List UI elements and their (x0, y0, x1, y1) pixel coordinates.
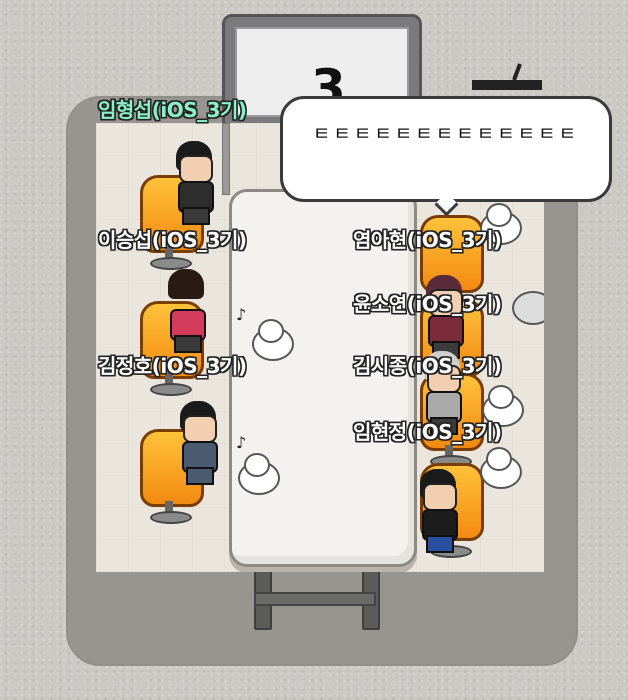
microphone-stand-icon (472, 63, 542, 90)
music-note-icon: ♪ (236, 305, 247, 324)
pet-puppy[interactable] (234, 453, 280, 495)
avatar-player[interactable] (174, 401, 222, 485)
player-name-tag: 염아현(iOS_3기) (353, 228, 502, 252)
player-name-tag: 이승섭(iOS_3기) (98, 228, 247, 252)
player-name-tag: 김정호(iOS_3기) (98, 354, 247, 378)
pet-bird[interactable] (508, 283, 544, 325)
chat-speech-bubble: ㅌㅌㅌㅌㅌㅌㅌㅌㅌㅌㅌㅌㅌ (280, 96, 612, 202)
player-name-tag: 윤소연(iOS_3기) (353, 292, 502, 316)
music-note-icon: ♪ (236, 433, 247, 452)
player-name-tag: 임현정(iOS_3기) (353, 420, 502, 444)
chat-bubble-text: ㅌㅌㅌㅌㅌㅌㅌㅌㅌㅌㅌㅌㅌ (312, 123, 580, 145)
my-name-tag: 임형섭(iOS_3기) (98, 98, 247, 122)
player-name-tag: 김시종(iOS_3기) (353, 354, 502, 378)
avatar-player[interactable] (170, 141, 218, 225)
avatar-player[interactable] (414, 469, 462, 553)
avatar-player[interactable] (162, 269, 210, 353)
pet-puppy[interactable] (476, 447, 522, 489)
pet-puppy[interactable] (248, 319, 294, 361)
